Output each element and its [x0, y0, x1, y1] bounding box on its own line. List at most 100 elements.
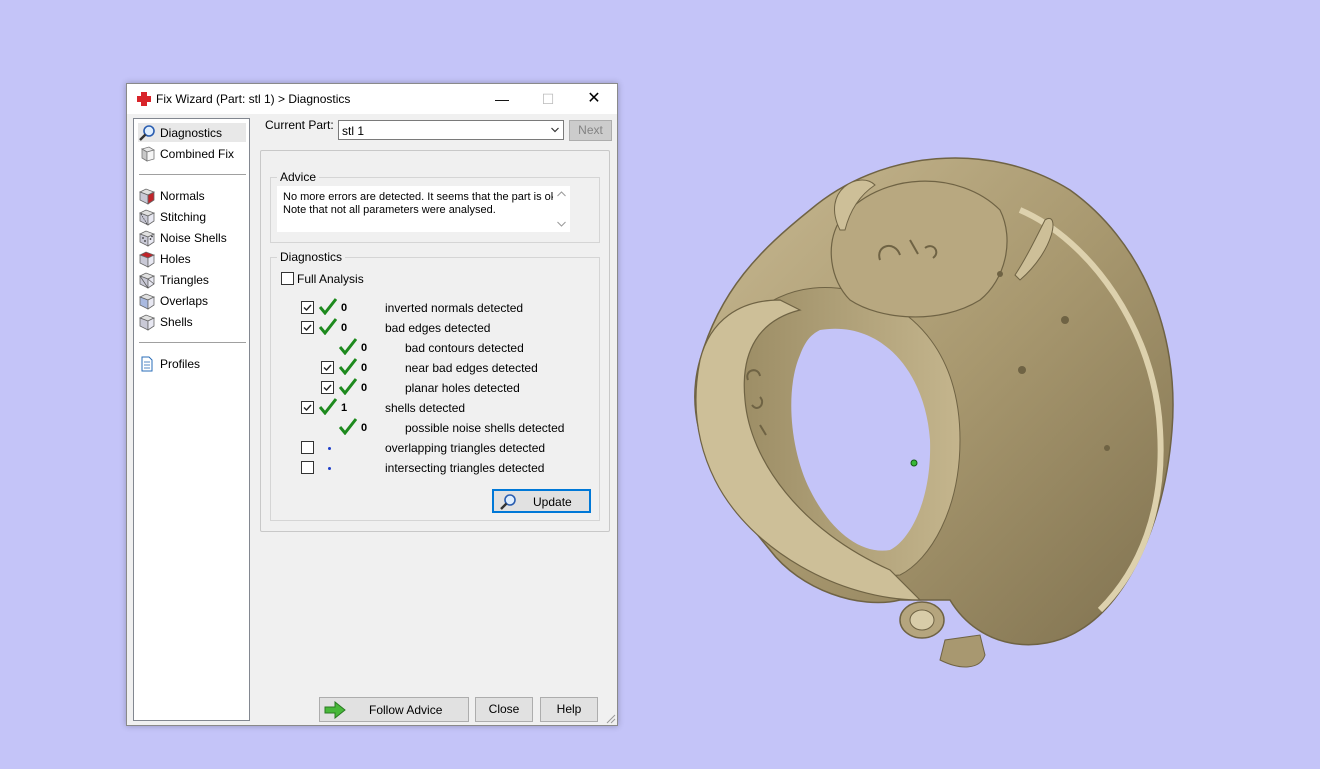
- app-red-cross-icon: [137, 92, 151, 106]
- update-label: Update: [533, 495, 572, 509]
- current-part-label: Current Part:: [265, 118, 334, 132]
- bad-edges-checkbox[interactable]: [301, 321, 314, 334]
- sidebar-item-label: Shells: [160, 314, 193, 329]
- bad-contours-label: bad contours detected: [405, 341, 524, 355]
- checkmark-icon: [303, 324, 312, 332]
- update-button[interactable]: Update: [492, 489, 591, 513]
- magnifier-icon: [500, 494, 516, 510]
- sidebar-item-noise-shells[interactable]: Noise Shells: [138, 228, 246, 247]
- shells-checkbox[interactable]: [301, 401, 314, 414]
- sidebar-item-triangles[interactable]: Triangles: [138, 270, 246, 289]
- sidebar-item-profiles[interactable]: Profiles: [138, 354, 246, 373]
- bad-contours-count: 0: [361, 342, 368, 354]
- sidebar-item-overlaps[interactable]: Overlaps: [138, 291, 246, 310]
- title-bar[interactable]: Fix Wizard (Part: stl 1) > Diagnostics —…: [127, 84, 617, 114]
- full-analysis-checkbox[interactable]: [281, 272, 294, 285]
- green-check-icon: [339, 418, 357, 435]
- sidebar-item-shells[interactable]: Shells: [138, 312, 246, 331]
- sidebar-item-label: Diagnostics: [160, 125, 223, 140]
- inverted-normals-checkbox[interactable]: [301, 301, 314, 314]
- scroll-up-icon[interactable]: [557, 191, 566, 197]
- bad-edges-count: 0: [341, 322, 348, 334]
- overlapping-triangles-checkbox[interactable]: [301, 441, 314, 454]
- sidebar-item-stitching[interactable]: Stitching: [138, 207, 246, 226]
- advice-group-title: Advice: [277, 170, 320, 184]
- help-button[interactable]: Help: [540, 697, 598, 722]
- green-check-icon: [339, 338, 357, 355]
- sidebar-item-label: Combined Fix: [160, 146, 235, 161]
- pending-dot-icon: [328, 447, 331, 450]
- intersecting-triangles-checkbox[interactable]: [301, 461, 314, 474]
- diagnostics-group-title: Diagnostics: [277, 250, 346, 264]
- wizard-sidebar: Diagnostics Combined Fix Normals Stitchi…: [133, 118, 250, 721]
- scroll-down-icon[interactable]: [557, 221, 566, 227]
- green-check-icon: [319, 298, 337, 315]
- checkmark-icon: [323, 384, 332, 392]
- diagnostics-panel: Advice No more errors are detected. It s…: [260, 150, 610, 532]
- shells-count: 1: [341, 402, 348, 414]
- sidebar-item-label: Overlaps: [160, 293, 209, 308]
- current-part-value: stl 1: [342, 124, 365, 138]
- normals-cube-icon: [139, 188, 155, 205]
- profiles-document-icon: [141, 356, 153, 371]
- window-close-button[interactable]: ✕: [571, 84, 617, 114]
- advice-scrollbar[interactable]: [553, 186, 570, 232]
- next-button[interactable]: Next: [569, 120, 612, 141]
- sidebar-item-label: Stitching: [160, 209, 207, 224]
- inverted-normals-label: inverted normals detected: [385, 301, 524, 315]
- sidebar-divider: [139, 342, 246, 343]
- advice-text-box: No more errors are detected. It seems th…: [277, 186, 570, 232]
- intersecting-triangles-label: intersecting triangles detected: [385, 461, 545, 475]
- stitching-cube-icon: [139, 209, 155, 226]
- noise-shells-label: possible noise shells detected: [405, 421, 565, 435]
- shells-label: shells detected: [385, 401, 466, 415]
- checkmark-icon: [323, 364, 332, 372]
- planar-holes-checkbox[interactable]: [321, 381, 334, 394]
- sidebar-item-label: Triangles: [160, 272, 209, 287]
- 3d-viewport[interactable]: [660, 130, 1200, 690]
- minimize-button[interactable]: —: [479, 84, 525, 114]
- current-part-select[interactable]: stl 1: [338, 120, 564, 140]
- sidebar-item-label: Holes: [160, 251, 191, 266]
- advice-text: No more errors are detected. It seems th…: [283, 191, 559, 217]
- pending-dot-icon: [328, 467, 331, 470]
- minimize-icon: —: [495, 91, 509, 107]
- near-bad-edges-count: 0: [361, 362, 368, 374]
- sidebar-divider: [139, 174, 246, 175]
- green-check-icon: [319, 398, 337, 415]
- inverted-normals-count: 0: [341, 302, 348, 314]
- near-bad-edges-label: near bad edges detected: [405, 361, 538, 375]
- bad-edges-label: bad edges detected: [385, 321, 491, 335]
- follow-advice-button[interactable]: Follow Advice: [319, 697, 469, 722]
- advice-group: Advice No more errors are detected. It s…: [270, 170, 600, 243]
- sidebar-item-combined-fix[interactable]: Combined Fix: [138, 144, 246, 163]
- close-button[interactable]: Close: [475, 697, 533, 722]
- near-bad-edges-checkbox[interactable]: [321, 361, 334, 374]
- holes-cube-icon: [139, 251, 155, 268]
- magnifier-icon: [139, 124, 155, 141]
- sidebar-item-normals[interactable]: Normals: [138, 186, 246, 205]
- planar-holes-label: planar holes detected: [405, 381, 520, 395]
- overlapping-triangles-label: overlapping triangles detected: [385, 441, 546, 455]
- sidebar-item-label: Normals: [160, 188, 205, 203]
- chevron-down-icon: [551, 127, 559, 133]
- advice-line-2: Note that not all parameters were analys…: [283, 204, 496, 216]
- sidebar-item-holes[interactable]: Holes: [138, 249, 246, 268]
- ring-model: [694, 157, 1174, 668]
- green-check-icon: [319, 318, 337, 335]
- resize-grip-icon[interactable]: [605, 713, 616, 724]
- maximize-button[interactable]: ☐: [525, 84, 571, 114]
- advice-line-1: No more errors are detected. It seems th…: [283, 191, 560, 203]
- sidebar-item-label: Profiles: [160, 356, 201, 371]
- fix-wizard-window: Fix Wizard (Part: stl 1) > Diagnostics —…: [126, 83, 618, 726]
- combined-fix-icon: [141, 146, 155, 162]
- sidebar-item-diagnostics[interactable]: Diagnostics: [138, 123, 246, 142]
- planar-holes-count: 0: [361, 382, 368, 394]
- follow-advice-label: Follow Advice: [369, 703, 443, 717]
- green-arrow-icon: [324, 701, 346, 719]
- overlaps-cube-icon: [139, 293, 155, 310]
- window-title: Fix Wizard (Part: stl 1) > Diagnostics: [156, 92, 351, 106]
- full-analysis-label: Full Analysis: [297, 272, 364, 286]
- checkmark-icon: [303, 404, 312, 412]
- noise-shells-count: 0: [361, 422, 368, 434]
